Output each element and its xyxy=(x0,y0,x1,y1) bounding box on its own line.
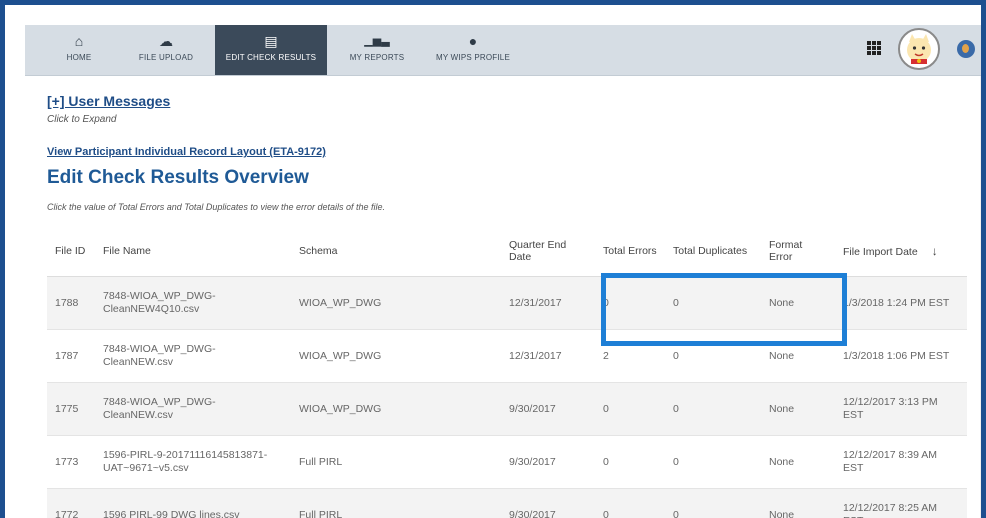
cell-schema: WIOA_WP_DWG xyxy=(291,329,501,383)
nav-edit-check-results[interactable]: ▤ EDIT CHECK RESULTS xyxy=(215,25,327,75)
cell-total-duplicates[interactable]: 0 xyxy=(665,435,761,489)
cell-total-errors[interactable]: 0 xyxy=(595,488,665,518)
cell-schema: Full PIRL xyxy=(291,488,501,518)
cell-file-name: 1596-PIRL-9-20171116145813871-UAT~9671~v… xyxy=(95,435,291,489)
cell-file-name: 7848-WIOA_WP_DWG-CleanNEW.csv xyxy=(95,382,291,436)
cell-file-import-date: 1/3/2018 1:06 PM EST xyxy=(835,329,967,383)
cell-file-id: 1787 xyxy=(47,329,95,383)
screenshot-frame: ⌂ HOME ☁ FILE UPLOAD ▤ EDIT CHECK RESULT… xyxy=(0,0,986,518)
cell-quarter-end-date: 9/30/2017 xyxy=(501,382,595,436)
lucky-cat-avatar-icon xyxy=(907,34,931,64)
cell-file-import-date: 1/3/2018 1:24 PM EST xyxy=(835,276,967,330)
page-title: Edit Check Results Overview xyxy=(47,167,309,188)
edit-check-results-table: File ID File Name Schema Quarter End Dat… xyxy=(47,226,967,518)
cell-total-errors[interactable]: 0 xyxy=(595,276,665,330)
table-row: 1773 1596-PIRL-9-20171116145813871-UAT~96… xyxy=(47,435,967,489)
cell-file-name: 7848-WIOA_WP_DWG-CleanNEW4Q10.csv xyxy=(95,276,291,330)
cell-file-id: 1773 xyxy=(47,435,95,489)
col-header-quarter-end-date[interactable]: Quarter End Date xyxy=(501,226,595,277)
nav-my-reports[interactable]: ▁▅▃ MY REPORTS xyxy=(337,25,417,75)
file-import-date-label: File Import Date xyxy=(843,246,918,258)
document-icon: ▤ xyxy=(264,33,278,49)
cell-format-error: None xyxy=(761,435,835,489)
table-row: 1788 7848-WIOA_WP_DWG-CleanNEW4Q10.csv WIO… xyxy=(47,276,967,330)
cell-quarter-end-date: 12/31/2017 xyxy=(501,329,595,383)
cell-total-errors[interactable]: 2 xyxy=(595,329,665,383)
table-row: 1787 7848-WIOA_WP_DWG-CleanNEW.csv WIOA_WP… xyxy=(47,329,967,383)
col-header-total-errors[interactable]: Total Errors xyxy=(595,226,665,277)
cell-total-duplicates[interactable]: 0 xyxy=(665,329,761,383)
vertical-scrollbar[interactable] xyxy=(980,76,986,518)
app-grid-icon[interactable] xyxy=(867,41,881,55)
cloud-upload-icon: ☁ xyxy=(159,33,173,49)
sort-descending-icon[interactable]: ↓ xyxy=(932,244,938,258)
cell-file-id: 1788 xyxy=(47,276,95,330)
col-header-file-name[interactable]: File Name xyxy=(95,226,291,277)
table-row: 1775 7848-WIOA_WP_DWG-CleanNEW.csv WIOA_WP… xyxy=(47,382,967,436)
cell-schema: Full PIRL xyxy=(291,435,501,489)
col-header-file-id[interactable]: File ID xyxy=(47,226,95,277)
cell-file-name: 1596 PIRL-99 DWG lines.csv xyxy=(95,488,291,518)
nav-my-wips-profile[interactable]: ● MY WIPS PROFILE xyxy=(425,25,521,75)
cell-file-import-date: 12/12/2017 8:25 AM EST xyxy=(835,488,967,518)
nav-file-upload[interactable]: ☁ FILE UPLOAD xyxy=(129,25,203,75)
scrollbar-thumb[interactable] xyxy=(981,96,986,476)
user-icon: ● xyxy=(468,33,478,49)
click-to-expand-hint: Click to Expand xyxy=(47,114,117,125)
cell-format-error: None xyxy=(761,276,835,330)
cell-file-name: 7848-WIOA_WP_DWG-CleanNEW.csv xyxy=(95,329,291,383)
cell-schema: WIOA_WP_DWG xyxy=(291,276,501,330)
nav-file-upload-label: FILE UPLOAD xyxy=(138,53,194,62)
globe-icon[interactable] xyxy=(957,40,975,58)
cell-total-duplicates[interactable]: 0 xyxy=(665,382,761,436)
cell-format-error: None xyxy=(761,488,835,518)
col-header-file-import-date[interactable]: File Import Date ↓ xyxy=(835,226,967,277)
cell-file-import-date: 12/12/2017 8:39 AM EST xyxy=(835,435,967,489)
nav-my-reports-label: MY REPORTS xyxy=(349,53,405,62)
col-header-schema[interactable]: Schema xyxy=(291,226,501,277)
nav-home[interactable]: ⌂ HOME xyxy=(49,25,109,75)
user-messages-toggle[interactable]: [+] User Messages xyxy=(47,93,170,109)
nav-edit-check-results-label: EDIT CHECK RESULTS xyxy=(225,53,317,62)
app-window: ⌂ HOME ☁ FILE UPLOAD ▤ EDIT CHECK RESULT… xyxy=(25,25,986,518)
cell-format-error: None xyxy=(761,382,835,436)
main-content: [+] User Messages Click to Expand View P… xyxy=(25,76,980,518)
table-row: 1772 1596 PIRL-99 DWG lines.csv Full PIRL 9… xyxy=(47,488,967,518)
cell-quarter-end-date: 9/30/2017 xyxy=(501,435,595,489)
cell-file-import-date: 12/12/2017 3:13 PM EST xyxy=(835,382,967,436)
cell-total-errors[interactable]: 0 xyxy=(595,382,665,436)
cell-file-id: 1775 xyxy=(47,382,95,436)
record-layout-link[interactable]: View Participant Individual Record Layou… xyxy=(47,146,326,158)
cell-schema: WIOA_WP_DWG xyxy=(291,382,501,436)
top-navbar: ⌂ HOME ☁ FILE UPLOAD ▤ EDIT CHECK RESULT… xyxy=(25,25,981,76)
cell-format-error: None xyxy=(761,329,835,383)
cell-total-duplicates[interactable]: 0 xyxy=(665,488,761,518)
home-icon: ⌂ xyxy=(74,33,84,49)
cell-file-id: 1772 xyxy=(47,488,95,518)
instructions-text: Click the value of Total Errors and Tota… xyxy=(47,202,386,212)
cell-total-duplicates[interactable]: 0 xyxy=(665,276,761,330)
cell-quarter-end-date: 9/30/2017 xyxy=(501,488,595,518)
nav-my-wips-profile-label: MY WIPS PROFILE xyxy=(436,53,510,62)
cell-quarter-end-date: 12/31/2017 xyxy=(501,276,595,330)
col-header-format-error[interactable]: Format Error xyxy=(761,226,835,277)
bar-chart-icon: ▁▅▃ xyxy=(364,35,390,47)
nav-home-label: HOME xyxy=(66,53,92,62)
table-header-row: File ID File Name Schema Quarter End Dat… xyxy=(47,226,967,277)
col-header-total-duplicates[interactable]: Total Duplicates xyxy=(665,226,761,277)
cell-total-errors[interactable]: 0 xyxy=(595,435,665,489)
user-avatar[interactable] xyxy=(898,28,940,70)
